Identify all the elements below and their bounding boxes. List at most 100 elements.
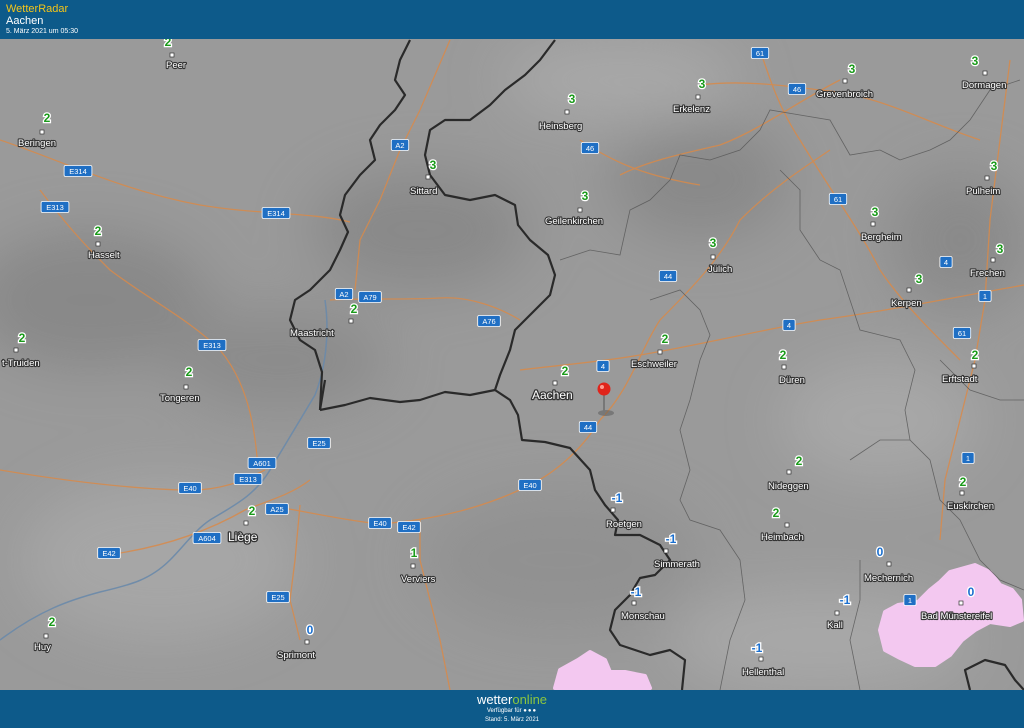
road-number: 4	[601, 362, 605, 371]
road-number: E313	[46, 203, 64, 212]
road-shield-61: 61	[828, 193, 848, 205]
city-label: Erftstadt	[942, 374, 978, 385]
road-shield-a25: A25	[265, 503, 289, 515]
temperature-value: 2	[796, 454, 803, 468]
road-number: E40	[373, 519, 386, 528]
city-dot-icon	[842, 78, 848, 84]
city-label: Sprimont	[277, 650, 315, 661]
city-dot-icon	[425, 174, 431, 180]
road-shield-e25: E25	[266, 591, 290, 603]
city-dot-icon	[982, 70, 988, 76]
road-shield-1: 1	[961, 452, 975, 464]
road-number: E314	[267, 209, 285, 218]
road-shield-a601: A601	[247, 457, 277, 469]
temperature-value: -1	[752, 641, 763, 655]
city-label: Maastricht	[290, 328, 334, 339]
temperature-value: 0	[307, 623, 314, 637]
city-label: Euskirchen	[947, 501, 994, 512]
road-number: 46	[586, 144, 594, 153]
road-number: E313	[203, 341, 221, 350]
temperature-value: 2	[165, 39, 172, 49]
city-label: Mechernich	[864, 573, 913, 584]
road-number: E313	[239, 475, 257, 484]
city-label: Nideggen	[768, 481, 809, 492]
city-dot-icon	[95, 241, 101, 247]
city-label: Monschau	[621, 611, 665, 622]
radar-map[interactable]: E314 E314 E313 A2 A2 A79 A76 E313 E25 A601 E313 E40…	[0, 39, 1024, 690]
road-shield-a604: A604	[192, 532, 222, 544]
city-dot-icon	[958, 600, 964, 606]
temperature-value: 3	[991, 159, 998, 173]
temperature-value: 2	[186, 365, 193, 379]
temperature-value: 2	[44, 111, 51, 125]
temperature-value: 2	[95, 224, 102, 238]
city-label: Heimbach	[761, 532, 804, 543]
road-shield-e313: E313	[233, 473, 263, 485]
road-shield-44: 44	[658, 270, 678, 282]
road-shield-e314: E314	[261, 207, 291, 219]
road-shield-a76: A76	[477, 315, 501, 327]
city-dot-icon	[886, 561, 892, 567]
city-label: Huy	[34, 642, 51, 653]
road-number: A25	[270, 505, 283, 514]
road-number: 44	[584, 423, 592, 432]
city-dot-icon	[631, 600, 637, 606]
road-number: 61	[834, 195, 842, 204]
brand-prefix: wetter	[476, 692, 513, 707]
road-shield-e42: E42	[397, 521, 421, 533]
road-number: 1	[983, 292, 987, 301]
road-shield-61: 61	[750, 47, 770, 59]
city-label: Hasselt	[88, 250, 120, 261]
road-number: E42	[402, 523, 415, 532]
temperature-value: 0	[968, 585, 975, 599]
temperature-value: 2	[49, 615, 56, 629]
city-label: Hellenthal	[742, 667, 784, 678]
city-label: Aachen	[532, 388, 573, 402]
road-number: A601	[253, 459, 271, 468]
city-label: Tongeren	[160, 393, 200, 404]
temperature-value: 3	[430, 158, 437, 172]
temperature-value: 2	[662, 332, 669, 346]
city-label: Kerpen	[891, 298, 922, 309]
city-dot-icon	[906, 287, 912, 293]
city-dot-icon	[243, 520, 249, 526]
road-shield-e40: E40	[368, 517, 392, 529]
temperature-value: 3	[872, 205, 879, 219]
city-label: Verviers	[401, 574, 436, 585]
city-dot-icon	[39, 129, 45, 135]
road-number: 1	[966, 454, 970, 463]
city-dot-icon	[304, 639, 310, 645]
road-number: E25	[312, 439, 325, 448]
road-shield-46: 46	[787, 83, 807, 95]
city-dot-icon	[971, 363, 977, 369]
road-number: A76	[482, 317, 495, 326]
road-number: E314	[69, 167, 87, 176]
temperature-value: 2	[351, 302, 358, 316]
road-shield-e313: E313	[197, 339, 227, 351]
header-bar: WetterRadar Aachen 5. März 2021 um 05:30	[0, 0, 1024, 39]
platform-dots-icon: ●●●	[523, 708, 538, 714]
city-label: Dormagen	[962, 80, 1006, 91]
app-title: WetterRadar	[6, 3, 69, 15]
temperature-value: 1	[411, 546, 418, 560]
road-shield-e313: E313	[40, 201, 70, 213]
brand-logo[interactable]: wetteronline	[0, 692, 1024, 707]
temperature-value: 0	[877, 545, 884, 559]
temperature-value: 2	[562, 364, 569, 378]
city-label: Grevenbroich	[816, 89, 873, 100]
road-shield-1: 1	[978, 290, 992, 302]
city-label: Beringen	[18, 138, 56, 149]
road-shield-a79: A79	[358, 291, 382, 303]
city-label: Heinsberg	[539, 121, 582, 132]
road-shield-46: 46	[580, 142, 600, 154]
city-dot-icon	[657, 349, 663, 355]
road-shield-e314: E314	[63, 165, 93, 177]
temperature-value: 3	[710, 236, 717, 250]
road-number: A79	[363, 293, 376, 302]
city-dot-icon	[663, 548, 669, 554]
temperature-value: -1	[666, 532, 677, 546]
city-dot-icon	[710, 254, 716, 260]
temperature-value: 3	[699, 77, 706, 91]
road-number: 1	[908, 596, 912, 605]
temperature-value: 2	[19, 331, 26, 345]
